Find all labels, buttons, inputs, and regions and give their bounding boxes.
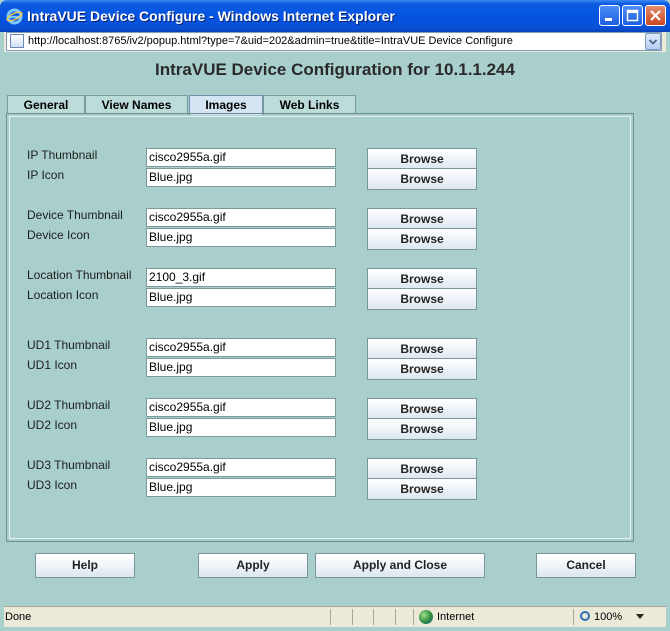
ud2-thumbnail-field[interactable]: cisco2955a.gif [146, 398, 336, 417]
location-icon-label: Location Icon [27, 288, 99, 302]
ud2-icon-label: UD2 Icon [27, 418, 78, 432]
status-divider [413, 609, 414, 625]
ud3-icon-label: UD3 Icon [27, 478, 78, 492]
ip-thumbnail-field[interactable]: cisco2955a.gif [146, 148, 336, 167]
status-divider [330, 609, 331, 625]
address-dropdown-button[interactable] [645, 33, 661, 50]
status-divider [395, 609, 396, 625]
ud3-thumbnail-field[interactable]: cisco2955a.gif [146, 458, 336, 477]
ud1-thumbnail-field[interactable]: cisco2955a.gif [146, 338, 336, 357]
device-icon-browse-button[interactable]: Browse [367, 228, 477, 250]
close-button[interactable] [645, 5, 666, 26]
device-thumbnail-browse-button[interactable]: Browse [367, 208, 477, 230]
ip-icon-label: IP Icon [27, 168, 65, 182]
ip-icon-field[interactable]: Blue.jpg [146, 168, 336, 187]
status-divider [352, 609, 353, 625]
ie-logo-icon [6, 8, 23, 25]
ud2-thumbnail-label: UD2 Thumbnail [27, 398, 111, 412]
status-text: Done [5, 611, 32, 623]
ip-thumbnail-label: IP Thumbnail [27, 148, 98, 162]
internet-zone-globe-icon [419, 610, 433, 624]
location-thumbnail-field[interactable]: 2100_3.gif [146, 268, 336, 287]
zoom-dropdown-arrow-icon[interactable] [636, 614, 644, 620]
apply-and-close-button[interactable]: Apply and Close [315, 553, 485, 578]
page-icon [10, 34, 24, 48]
device-icon-label: Device Icon [27, 228, 90, 242]
tab-view-names[interactable]: View Names [85, 95, 188, 114]
chevron-down-icon [648, 39, 658, 45]
ud3-icon-field[interactable]: Blue.jpg [146, 478, 336, 497]
ud1-thumbnail-browse-button[interactable]: Browse [367, 338, 477, 360]
device-icon-field[interactable]: Blue.jpg [146, 228, 336, 247]
status-divider [373, 609, 374, 625]
tab-images[interactable]: Images [189, 95, 263, 115]
address-text[interactable]: http://localhost:8765/iv2/popup.html?typ… [28, 35, 513, 47]
help-button[interactable]: Help [35, 553, 135, 578]
window-title: IntraVUE Device Configure - Windows Inte… [27, 8, 395, 24]
ip-icon-browse-button[interactable]: Browse [367, 168, 477, 190]
cancel-button[interactable]: Cancel [536, 553, 636, 578]
ud1-thumbnail-label: UD1 Thumbnail [27, 338, 111, 352]
device-thumbnail-label: Device Thumbnail [27, 208, 123, 222]
status-bar [4, 606, 666, 627]
location-icon-field[interactable]: Blue.jpg [146, 288, 336, 307]
apply-button[interactable]: Apply [198, 553, 308, 578]
ud2-icon-field[interactable]: Blue.jpg [146, 418, 336, 437]
security-zone-text: Internet [437, 611, 475, 623]
location-icon-browse-button[interactable]: Browse [367, 288, 477, 310]
ud1-icon-field[interactable]: Blue.jpg [146, 358, 336, 377]
ud1-icon-label: UD1 Icon [27, 358, 78, 372]
zoom-level[interactable]: 100% [594, 611, 622, 623]
ud3-thumbnail-browse-button[interactable]: Browse [367, 458, 477, 480]
tab-general[interactable]: General [7, 95, 85, 114]
location-thumbnail-label: Location Thumbnail [27, 268, 132, 282]
zoom-magnifier-icon [580, 611, 590, 621]
minimize-icon [605, 18, 612, 21]
tab-web-links[interactable]: Web Links [263, 95, 356, 114]
page-title: IntraVUE Device Configuration for 10.1.1… [155, 60, 515, 79]
device-thumbnail-field[interactable]: cisco2955a.gif [146, 208, 336, 227]
ud3-thumbnail-label: UD3 Thumbnail [27, 458, 111, 472]
minimize-button[interactable] [599, 5, 620, 26]
ud3-icon-browse-button[interactable]: Browse [367, 478, 477, 500]
ip-thumbnail-browse-button[interactable]: Browse [367, 148, 477, 170]
maximize-icon [626, 9, 639, 22]
status-divider [573, 609, 574, 625]
ud2-icon-browse-button[interactable]: Browse [367, 418, 477, 440]
ud1-icon-browse-button[interactable]: Browse [367, 358, 477, 380]
location-thumbnail-browse-button[interactable]: Browse [367, 268, 477, 290]
close-icon [650, 10, 661, 21]
maximize-button[interactable] [622, 5, 643, 26]
ud2-thumbnail-browse-button[interactable]: Browse [367, 398, 477, 420]
